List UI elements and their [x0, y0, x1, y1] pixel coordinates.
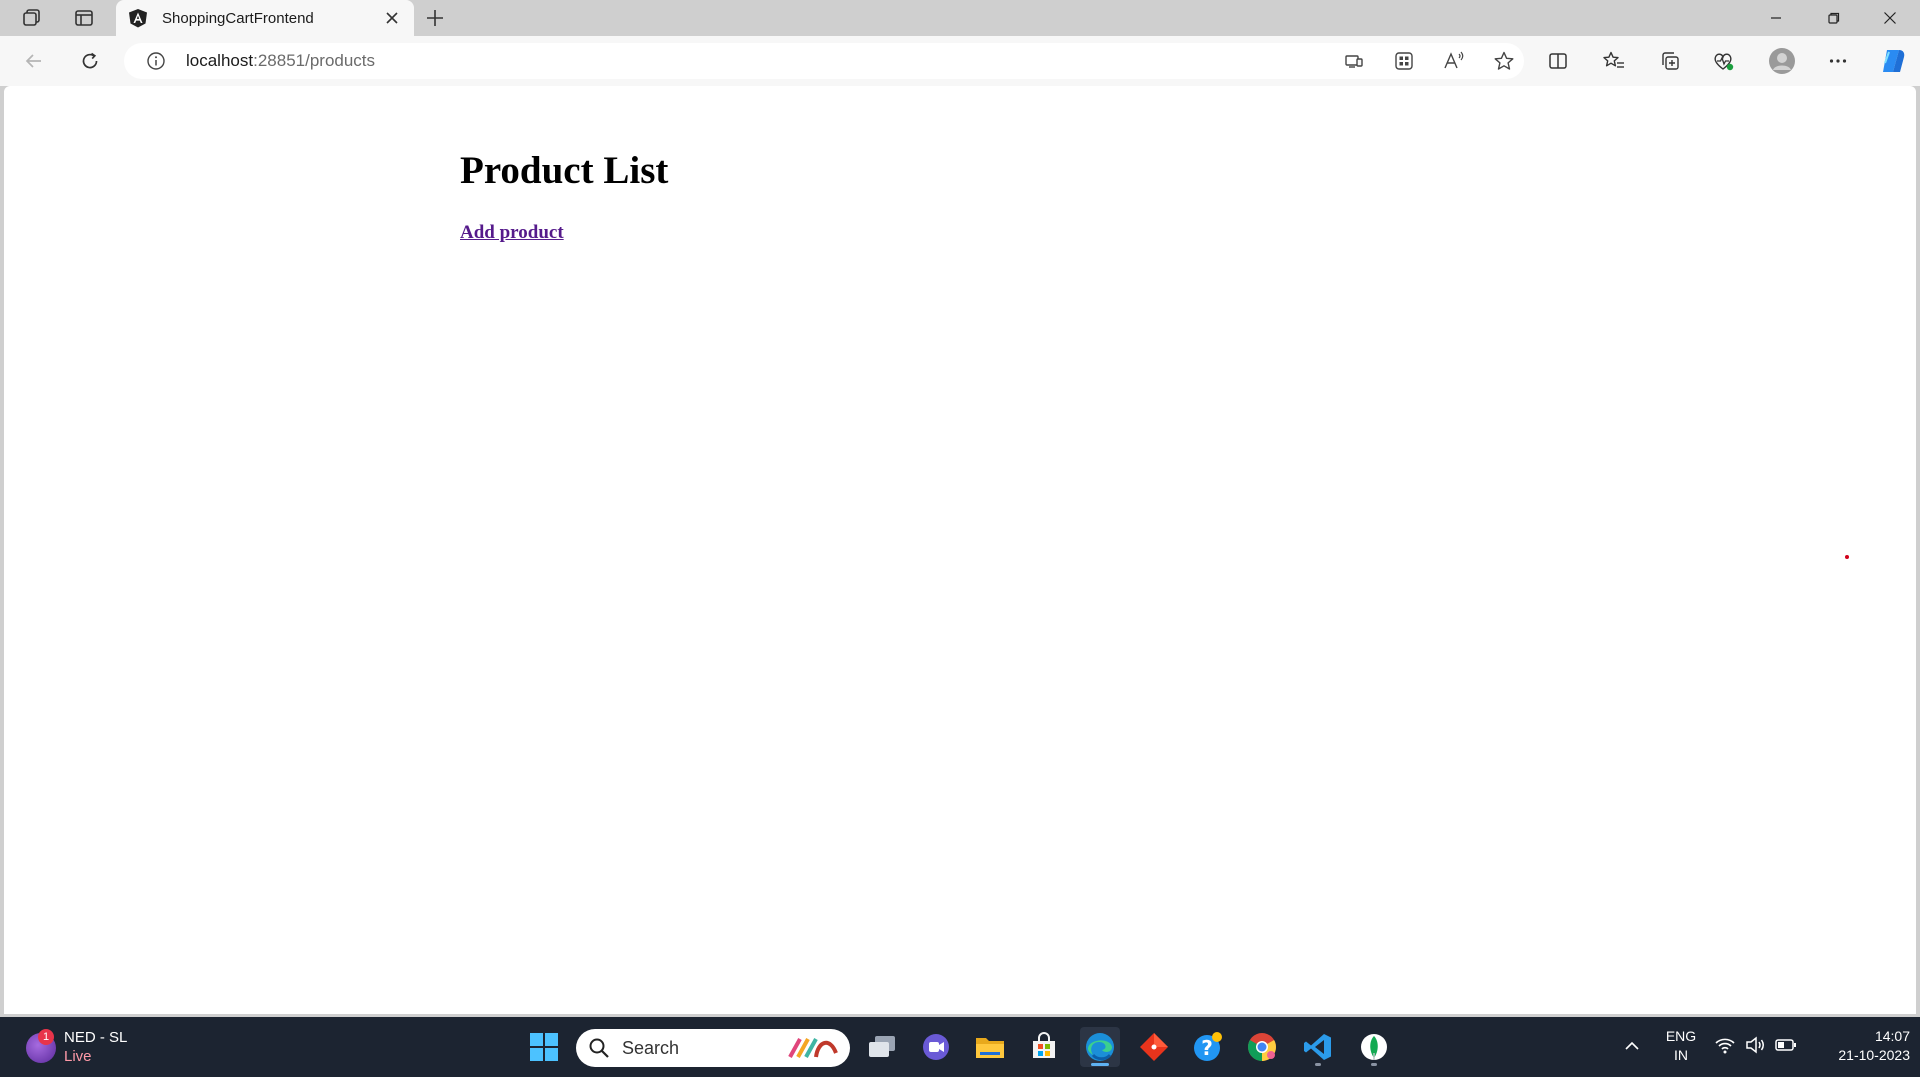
favorite-star-icon[interactable]	[1492, 49, 1516, 73]
taskbar-help[interactable]: ?	[1188, 1027, 1228, 1067]
angular-icon	[129, 9, 147, 28]
system-tray-icons[interactable]	[1714, 1031, 1800, 1061]
url-path: :28851/products	[253, 51, 376, 70]
weather-widget[interactable]: 1 NED - SL Live	[22, 1027, 142, 1069]
browser-toolbar: localhost:28851/products	[0, 36, 1920, 86]
clock-date: 21-10-2023	[1838, 1047, 1910, 1063]
taskbar-file-explorer[interactable]	[970, 1027, 1010, 1067]
widget-title: NED - SL	[64, 1029, 128, 1046]
taskbar-teams-chat[interactable]	[916, 1027, 956, 1067]
restore-icon[interactable]	[1806, 0, 1862, 36]
search-icon	[589, 1038, 609, 1058]
workspaces-icon[interactable]	[14, 4, 50, 32]
taskbar-task-view[interactable]	[862, 1027, 902, 1067]
vertical-tabs-icon[interactable]	[66, 4, 102, 32]
language-code: ENG	[1665, 1028, 1697, 1044]
active-indicator	[1091, 1063, 1109, 1066]
notification-badge: 1	[38, 1029, 54, 1045]
clock[interactable]: 14:07 21-10-2023	[1812, 1027, 1910, 1065]
show-hidden-icons-chevron-icon[interactable]	[1620, 1031, 1644, 1061]
taskbar-search[interactable]: Search	[576, 1029, 850, 1067]
url-text[interactable]: localhost:28851/products	[186, 43, 375, 79]
page-title: Product List	[460, 149, 669, 192]
vscode-icon	[1304, 1034, 1331, 1060]
taskbar-edge[interactable]	[1080, 1027, 1120, 1067]
taskbar-mongodb[interactable]	[1354, 1027, 1394, 1067]
mongodb-icon	[1361, 1034, 1387, 1060]
minimize-icon[interactable]	[1748, 0, 1804, 36]
teams-chat-icon	[923, 1034, 949, 1060]
page-viewport: Product List Add product	[4, 86, 1916, 1014]
help-icon: ?	[1194, 1032, 1222, 1061]
battery-icon	[1775, 1039, 1796, 1051]
more-options-icon[interactable]	[1820, 43, 1856, 79]
running-indicator	[1371, 1063, 1377, 1066]
close-window-icon[interactable]	[1862, 0, 1918, 36]
search-placeholder: Search	[622, 1038, 680, 1058]
widget-status: Live	[64, 1048, 92, 1065]
chrome-icon	[1248, 1033, 1276, 1061]
running-indicator	[1315, 1063, 1321, 1066]
profile-avatar[interactable]	[1764, 43, 1800, 79]
start-button[interactable]	[524, 1027, 564, 1067]
new-tab-icon[interactable]	[420, 4, 450, 32]
edge-icon	[1086, 1033, 1114, 1061]
cursor-dot	[1845, 555, 1849, 559]
file-explorer-icon	[976, 1038, 1004, 1058]
url-host: localhost	[186, 51, 254, 70]
microsoft-store-icon	[1033, 1032, 1055, 1058]
site-info-icon[interactable]	[146, 51, 166, 71]
start-icon	[530, 1033, 558, 1061]
back-icon[interactable]	[16, 43, 52, 79]
address-bar[interactable]: localhost:28851/products	[124, 43, 1524, 79]
refresh-icon[interactable]	[72, 43, 108, 79]
wifi-icon	[1715, 1038, 1735, 1054]
svg-text:?: ?	[1201, 1036, 1213, 1060]
favorites-icon[interactable]	[1596, 43, 1632, 79]
taskbar-git[interactable]	[1134, 1027, 1174, 1067]
app-available-icon[interactable]	[1342, 49, 1366, 73]
read-aloud-icon[interactable]	[1442, 49, 1466, 73]
split-screen-icon[interactable]	[1540, 43, 1576, 79]
clock-time: 14:07	[1874, 1028, 1910, 1044]
language-region: IN	[1674, 1047, 1688, 1063]
copilot-icon[interactable]	[1875, 43, 1911, 79]
tab-strip: ShoppingCartFrontend	[0, 0, 1920, 36]
extensions-grid-icon[interactable]	[1392, 49, 1416, 73]
taskbar-store[interactable]	[1024, 1027, 1064, 1067]
input-language[interactable]: ENG IN	[1664, 1027, 1698, 1065]
search-highlight-icon	[788, 1038, 838, 1058]
add-product-link[interactable]: Add product	[460, 222, 564, 244]
close-tab-icon[interactable]	[380, 6, 404, 30]
git-icon	[1140, 1033, 1168, 1061]
taskbar-vscode[interactable]	[1298, 1027, 1338, 1067]
task-view-icon	[869, 1036, 895, 1057]
volume-icon	[1746, 1036, 1764, 1054]
taskbar: 1 NED - SL Live Search ? ENG IN 14:07 21…	[0, 1017, 1920, 1077]
tab-title: ShoppingCartFrontend	[162, 9, 314, 27]
browser-essentials-icon[interactable]	[1706, 43, 1742, 79]
taskbar-chrome[interactable]	[1242, 1027, 1282, 1067]
active-tab[interactable]: ShoppingCartFrontend	[116, 0, 414, 36]
collections-icon[interactable]	[1652, 43, 1688, 79]
